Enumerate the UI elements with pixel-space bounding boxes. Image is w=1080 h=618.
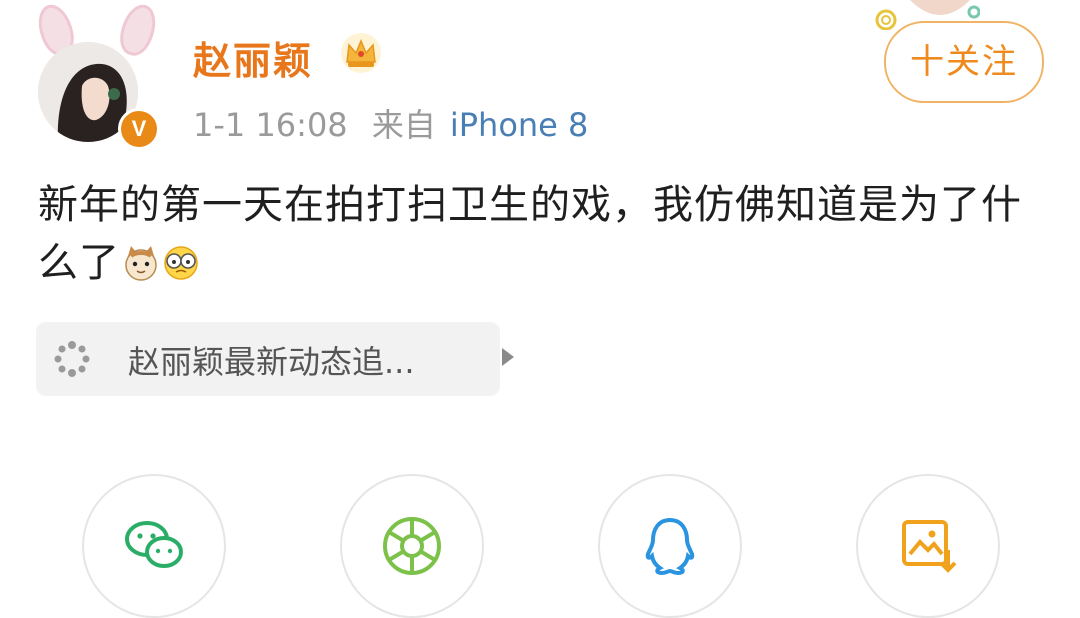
- qq-icon: [645, 517, 695, 576]
- wechat-icon: [125, 521, 183, 568]
- spinner-topic-icon: [54, 341, 90, 377]
- share-wechat-button[interactable]: [82, 474, 226, 618]
- moments-icon: [383, 517, 441, 575]
- avatar[interactable]: V: [32, 0, 162, 150]
- source-link[interactable]: iPhone 8: [450, 106, 589, 144]
- post-meta: 1-1 16:08 来自 iPhone 8: [193, 100, 602, 146]
- glasses-emoji-icon: [164, 246, 198, 280]
- follow-button[interactable]: 十关注: [884, 21, 1044, 103]
- timestamp: 1-1 16:08: [193, 106, 348, 144]
- save-image-button[interactable]: [856, 474, 1000, 618]
- topic-label: 赵丽颖最新动态追...: [128, 343, 415, 381]
- crown-icon: [341, 33, 381, 73]
- topic-card[interactable]: 赵丽颖最新动态追...: [36, 322, 514, 396]
- verified-badge-icon: V: [118, 108, 160, 150]
- source-prefix: 来自: [371, 106, 436, 144]
- bunny-ear-icon: [114, 0, 162, 60]
- post-text: 新年的第一天在拍打扫卫生的戏，我仿佛知道是为了什么了: [38, 176, 1048, 292]
- save-image-icon: [902, 520, 957, 573]
- share-qq-button[interactable]: [598, 474, 742, 618]
- chevron-right-icon: [502, 348, 514, 366]
- username[interactable]: 赵丽颖: [193, 30, 313, 85]
- share-moments-button[interactable]: [340, 474, 484, 618]
- cat-emoji-icon: [125, 246, 157, 281]
